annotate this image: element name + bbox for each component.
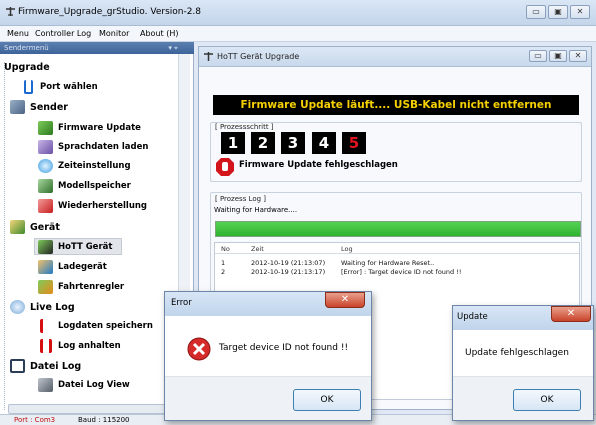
menu-item-monitor[interactable]: Monitor	[99, 29, 129, 38]
step-1: 1	[221, 132, 245, 154]
update-dialog-close-button[interactable]: ✕	[551, 306, 591, 322]
step-5-failed: 5	[342, 132, 366, 154]
child-close-button[interactable]: ✕	[569, 50, 587, 62]
maximize-button[interactable]: ▣	[548, 5, 568, 19]
sidebar-item-logdaten-speichern[interactable]: Logdaten speichern	[58, 321, 153, 331]
menu-item-menu[interactable]: Menu	[7, 29, 29, 38]
status-baud: Baud : 115200	[78, 416, 130, 424]
model-icon	[38, 179, 53, 193]
sidebar-item-hott-geraet[interactable]: HoTT Gerät	[58, 242, 112, 252]
child-window-icon	[204, 52, 213, 61]
sidebar-category-livelog[interactable]: Live Log	[30, 302, 75, 313]
music-icon	[38, 140, 53, 154]
row-1-zeit: 2012-10-19 (21:13:07)	[251, 259, 326, 267]
sidebar-header: Sendermenü ▾ ⌖	[0, 42, 194, 54]
app-icon	[6, 7, 15, 16]
record-icon	[40, 319, 52, 333]
sidebar-horizontal-scrollbar[interactable]	[8, 404, 178, 414]
sidebar-item-sprachdaten[interactable]: Sprachdaten laden	[58, 142, 148, 152]
minimize-button[interactable]: ▭	[526, 5, 546, 19]
col-log: Log	[341, 245, 353, 253]
status-banner: Firmware Update läuft.... USB-Kabel nich…	[213, 95, 579, 115]
step-3: 3	[281, 132, 305, 154]
sidebar-item-firmware-update[interactable]: Firmware Update	[58, 123, 141, 133]
child-minimize-button[interactable]: ▭	[529, 50, 547, 62]
row-2-log: [Error] : Target device ID not found !!	[341, 268, 462, 276]
row-2-zeit: 2012-10-19 (21:13:17)	[251, 268, 326, 276]
error-dialog: Error ✕ Target device ID not found !! OK	[164, 291, 372, 421]
waiting-text: Waiting for Hardware....	[214, 206, 298, 214]
error-message: Target device ID not found !!	[219, 343, 349, 353]
stop-hand-icon	[216, 158, 234, 176]
sidebar-pin-icon[interactable]: ▾ ⌖	[168, 42, 178, 54]
error-dialog-title: Error	[171, 298, 192, 308]
sidebar-item-modellspeicher[interactable]: Modellspeicher	[58, 181, 131, 191]
row-1-log: Waiting for Hardware Reset..	[341, 259, 435, 267]
update-ok-button[interactable]: OK	[513, 389, 581, 411]
sidebar-item-ladegeraet[interactable]: Ladegerät	[58, 262, 107, 272]
log-view-icon	[38, 378, 53, 392]
sidebar-item-zeiteinstellung[interactable]: Zeiteinstellung	[58, 161, 131, 171]
window-title: Firmware_Upgrade_grStudio. Version-2.8	[18, 7, 202, 17]
table-header	[215, 243, 579, 254]
magnifier-icon	[10, 300, 25, 314]
step-2: 2	[251, 132, 275, 154]
transmitter-icon	[10, 100, 25, 114]
child-maximize-button[interactable]: ▣	[549, 50, 567, 62]
error-ok-button[interactable]: OK	[293, 389, 361, 411]
speed-controller-icon	[38, 280, 53, 294]
pause-icon	[40, 339, 52, 353]
process-log-label: [ Prozess Log ]	[215, 195, 267, 203]
sidebar-category-dateilog[interactable]: Datei Log	[30, 361, 81, 372]
sidebar-category-sender[interactable]: Sender	[30, 102, 68, 113]
sidebar-item-log-anhalten[interactable]: Log anhalten	[58, 341, 121, 351]
title-bar: Firmware_Upgrade_grStudio. Version-2.8 ▭…	[0, 0, 596, 26]
error-icon	[187, 337, 211, 361]
sidebar-item-wiederherstellung[interactable]: Wiederherstellung	[58, 201, 147, 211]
status-port: Port : Com3	[14, 416, 56, 424]
child-window-title: HoTT Gerät Upgrade	[217, 52, 300, 61]
step-4: 4	[312, 132, 336, 154]
sidebar-item-datei-log-view[interactable]: Datei Log View	[58, 380, 130, 390]
row-2-no: 2	[221, 268, 226, 276]
sidebar-category-upgrade[interactable]: Upgrade	[4, 62, 50, 73]
sidebar-item-port[interactable]: Port wählen	[40, 82, 98, 92]
menu-bar: Menu Controller Log Monitor About (H)	[0, 26, 596, 42]
hott-device-icon	[38, 240, 53, 254]
usb-icon	[24, 80, 33, 94]
update-dialog: Update ✕ Update fehlgeschlagen OK	[452, 305, 594, 421]
failed-message: Firmware Update fehlgeschlagen	[239, 160, 398, 170]
child-title-bar: HoTT Gerät Upgrade ▭ ▣ ✕	[199, 47, 591, 67]
update-message: Update fehlgeschlagen	[465, 348, 569, 358]
row-1-no: 1	[221, 259, 226, 267]
menu-item-about[interactable]: About (H)	[140, 29, 178, 38]
col-no: No	[221, 245, 230, 253]
col-zeit: Zeit	[251, 245, 264, 253]
restore-icon	[38, 199, 53, 213]
error-dialog-close-button[interactable]: ✕	[325, 292, 365, 308]
charger-icon	[38, 260, 53, 274]
update-dialog-title: Update	[457, 312, 488, 322]
sidebar-header-label: Sendermenü	[4, 44, 49, 52]
sidebar-item-fahrtenregler[interactable]: Fahrtenregler	[58, 282, 124, 292]
tree-line	[4, 62, 5, 410]
device-icon	[10, 220, 25, 234]
menu-item-controller-log[interactable]: Controller Log	[35, 29, 91, 38]
sidebar-category-geraet[interactable]: Gerät	[30, 222, 60, 233]
file-log-icon	[10, 359, 25, 373]
clock-icon	[38, 159, 53, 173]
close-button[interactable]: ✕	[570, 5, 590, 19]
process-step-label: [ Prozessschritt ]	[215, 123, 274, 131]
progress-bar	[215, 221, 581, 237]
firmware-icon	[38, 121, 53, 135]
